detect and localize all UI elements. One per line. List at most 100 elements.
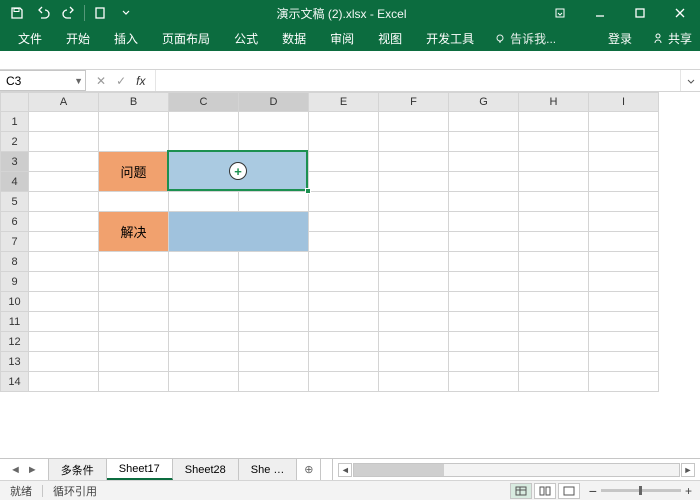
- cell-C5[interactable]: [169, 192, 239, 212]
- cell-B13[interactable]: [99, 352, 169, 372]
- cell-E7[interactable]: [309, 232, 379, 252]
- cell-F10[interactable]: [379, 292, 449, 312]
- zoom-in-button[interactable]: +: [685, 484, 692, 498]
- cell-F11[interactable]: [379, 312, 449, 332]
- col-header-D[interactable]: D: [239, 93, 309, 112]
- cancel-icon[interactable]: ✕: [96, 74, 106, 88]
- cell-G10[interactable]: [449, 292, 519, 312]
- cell-I13[interactable]: [589, 352, 659, 372]
- cell-I2[interactable]: [589, 132, 659, 152]
- cell-G3[interactable]: [449, 152, 519, 172]
- horizontal-scrollbar[interactable]: ◄ ►: [333, 459, 700, 480]
- tell-me[interactable]: 告诉我...: [486, 26, 564, 51]
- cell-C6[interactable]: [169, 212, 309, 252]
- maximize-button[interactable]: [620, 0, 660, 26]
- cell-A11[interactable]: [29, 312, 99, 332]
- formula-bar[interactable]: [155, 70, 680, 91]
- cell-I5[interactable]: [589, 192, 659, 212]
- cell-I7[interactable]: [589, 232, 659, 252]
- cell-D2[interactable]: [239, 132, 309, 152]
- formula-expand-button[interactable]: [680, 70, 700, 91]
- cell-B14[interactable]: [99, 372, 169, 392]
- cell-A12[interactable]: [29, 332, 99, 352]
- col-header-G[interactable]: G: [449, 93, 519, 112]
- cell-C9[interactable]: [169, 272, 239, 292]
- cell-B6[interactable]: 解决: [99, 212, 169, 252]
- cell-G11[interactable]: [449, 312, 519, 332]
- cell-D12[interactable]: [239, 332, 309, 352]
- cell-H5[interactable]: [519, 192, 589, 212]
- sheet-next-button[interactable]: ►: [27, 464, 38, 476]
- row-header-2[interactable]: 2: [1, 132, 29, 152]
- cell-I6[interactable]: [589, 212, 659, 232]
- cell-F12[interactable]: [379, 332, 449, 352]
- cell-D8[interactable]: [239, 252, 309, 272]
- share-button[interactable]: 共享: [644, 26, 700, 51]
- cell-F7[interactable]: [379, 232, 449, 252]
- cell-H9[interactable]: [519, 272, 589, 292]
- cell-C2[interactable]: [169, 132, 239, 152]
- cell-G4[interactable]: [449, 172, 519, 192]
- cell-I1[interactable]: [589, 112, 659, 132]
- cell-C14[interactable]: [169, 372, 239, 392]
- view-page-layout-button[interactable]: [534, 483, 556, 499]
- minimize-button[interactable]: [580, 0, 620, 26]
- cell-E8[interactable]: [309, 252, 379, 272]
- cell-H12[interactable]: [519, 332, 589, 352]
- cell-D9[interactable]: [239, 272, 309, 292]
- cell-A8[interactable]: [29, 252, 99, 272]
- cell-F13[interactable]: [379, 352, 449, 372]
- tab-insert[interactable]: 插入: [102, 26, 150, 51]
- row-header-11[interactable]: 11: [1, 312, 29, 332]
- cell-A4[interactable]: [29, 172, 99, 192]
- login-button[interactable]: 登录: [596, 26, 644, 51]
- scroll-left-button[interactable]: ◄: [338, 463, 352, 477]
- cell-I9[interactable]: [589, 272, 659, 292]
- cell-C11[interactable]: [169, 312, 239, 332]
- cell-A1[interactable]: [29, 112, 99, 132]
- cell-G5[interactable]: [449, 192, 519, 212]
- scroll-thumb[interactable]: [354, 464, 444, 476]
- worksheet-grid[interactable]: ABCDEFGHI123问题456解决7891011121314: [0, 92, 700, 458]
- row-header-7[interactable]: 7: [1, 232, 29, 252]
- enter-icon[interactable]: ✓: [116, 74, 126, 88]
- cell-C13[interactable]: [169, 352, 239, 372]
- tab-data[interactable]: 数据: [270, 26, 318, 51]
- sheet-tab-0[interactable]: 多条件: [49, 459, 107, 480]
- cell-I10[interactable]: [589, 292, 659, 312]
- cell-G14[interactable]: [449, 372, 519, 392]
- cell-A10[interactable]: [29, 292, 99, 312]
- cell-F5[interactable]: [379, 192, 449, 212]
- cell-G12[interactable]: [449, 332, 519, 352]
- col-header-F[interactable]: F: [379, 93, 449, 112]
- cell-B12[interactable]: [99, 332, 169, 352]
- row-header-3[interactable]: 3: [1, 152, 29, 172]
- cell-H14[interactable]: [519, 372, 589, 392]
- cell-E4[interactable]: [309, 172, 379, 192]
- col-header-B[interactable]: B: [99, 93, 169, 112]
- cell-B9[interactable]: [99, 272, 169, 292]
- row-header-1[interactable]: 1: [1, 112, 29, 132]
- row-header-5[interactable]: 5: [1, 192, 29, 212]
- col-header-H[interactable]: H: [519, 93, 589, 112]
- cell-H8[interactable]: [519, 252, 589, 272]
- row-header-9[interactable]: 9: [1, 272, 29, 292]
- fx-icon[interactable]: fx: [136, 74, 145, 88]
- cell-H10[interactable]: [519, 292, 589, 312]
- cell-D14[interactable]: [239, 372, 309, 392]
- view-page-break-button[interactable]: [558, 483, 580, 499]
- tab-home[interactable]: 开始: [54, 26, 102, 51]
- cell-F1[interactable]: [379, 112, 449, 132]
- cell-H4[interactable]: [519, 172, 589, 192]
- cell-C10[interactable]: [169, 292, 239, 312]
- cell-A13[interactable]: [29, 352, 99, 372]
- cell-F3[interactable]: [379, 152, 449, 172]
- cell-H1[interactable]: [519, 112, 589, 132]
- cell-B8[interactable]: [99, 252, 169, 272]
- cell-F4[interactable]: [379, 172, 449, 192]
- qat-customize-button[interactable]: [115, 2, 137, 24]
- cell-B2[interactable]: [99, 132, 169, 152]
- cell-A3[interactable]: [29, 152, 99, 172]
- view-normal-button[interactable]: [510, 483, 532, 499]
- new-sheet-button[interactable]: ⊕: [297, 459, 321, 480]
